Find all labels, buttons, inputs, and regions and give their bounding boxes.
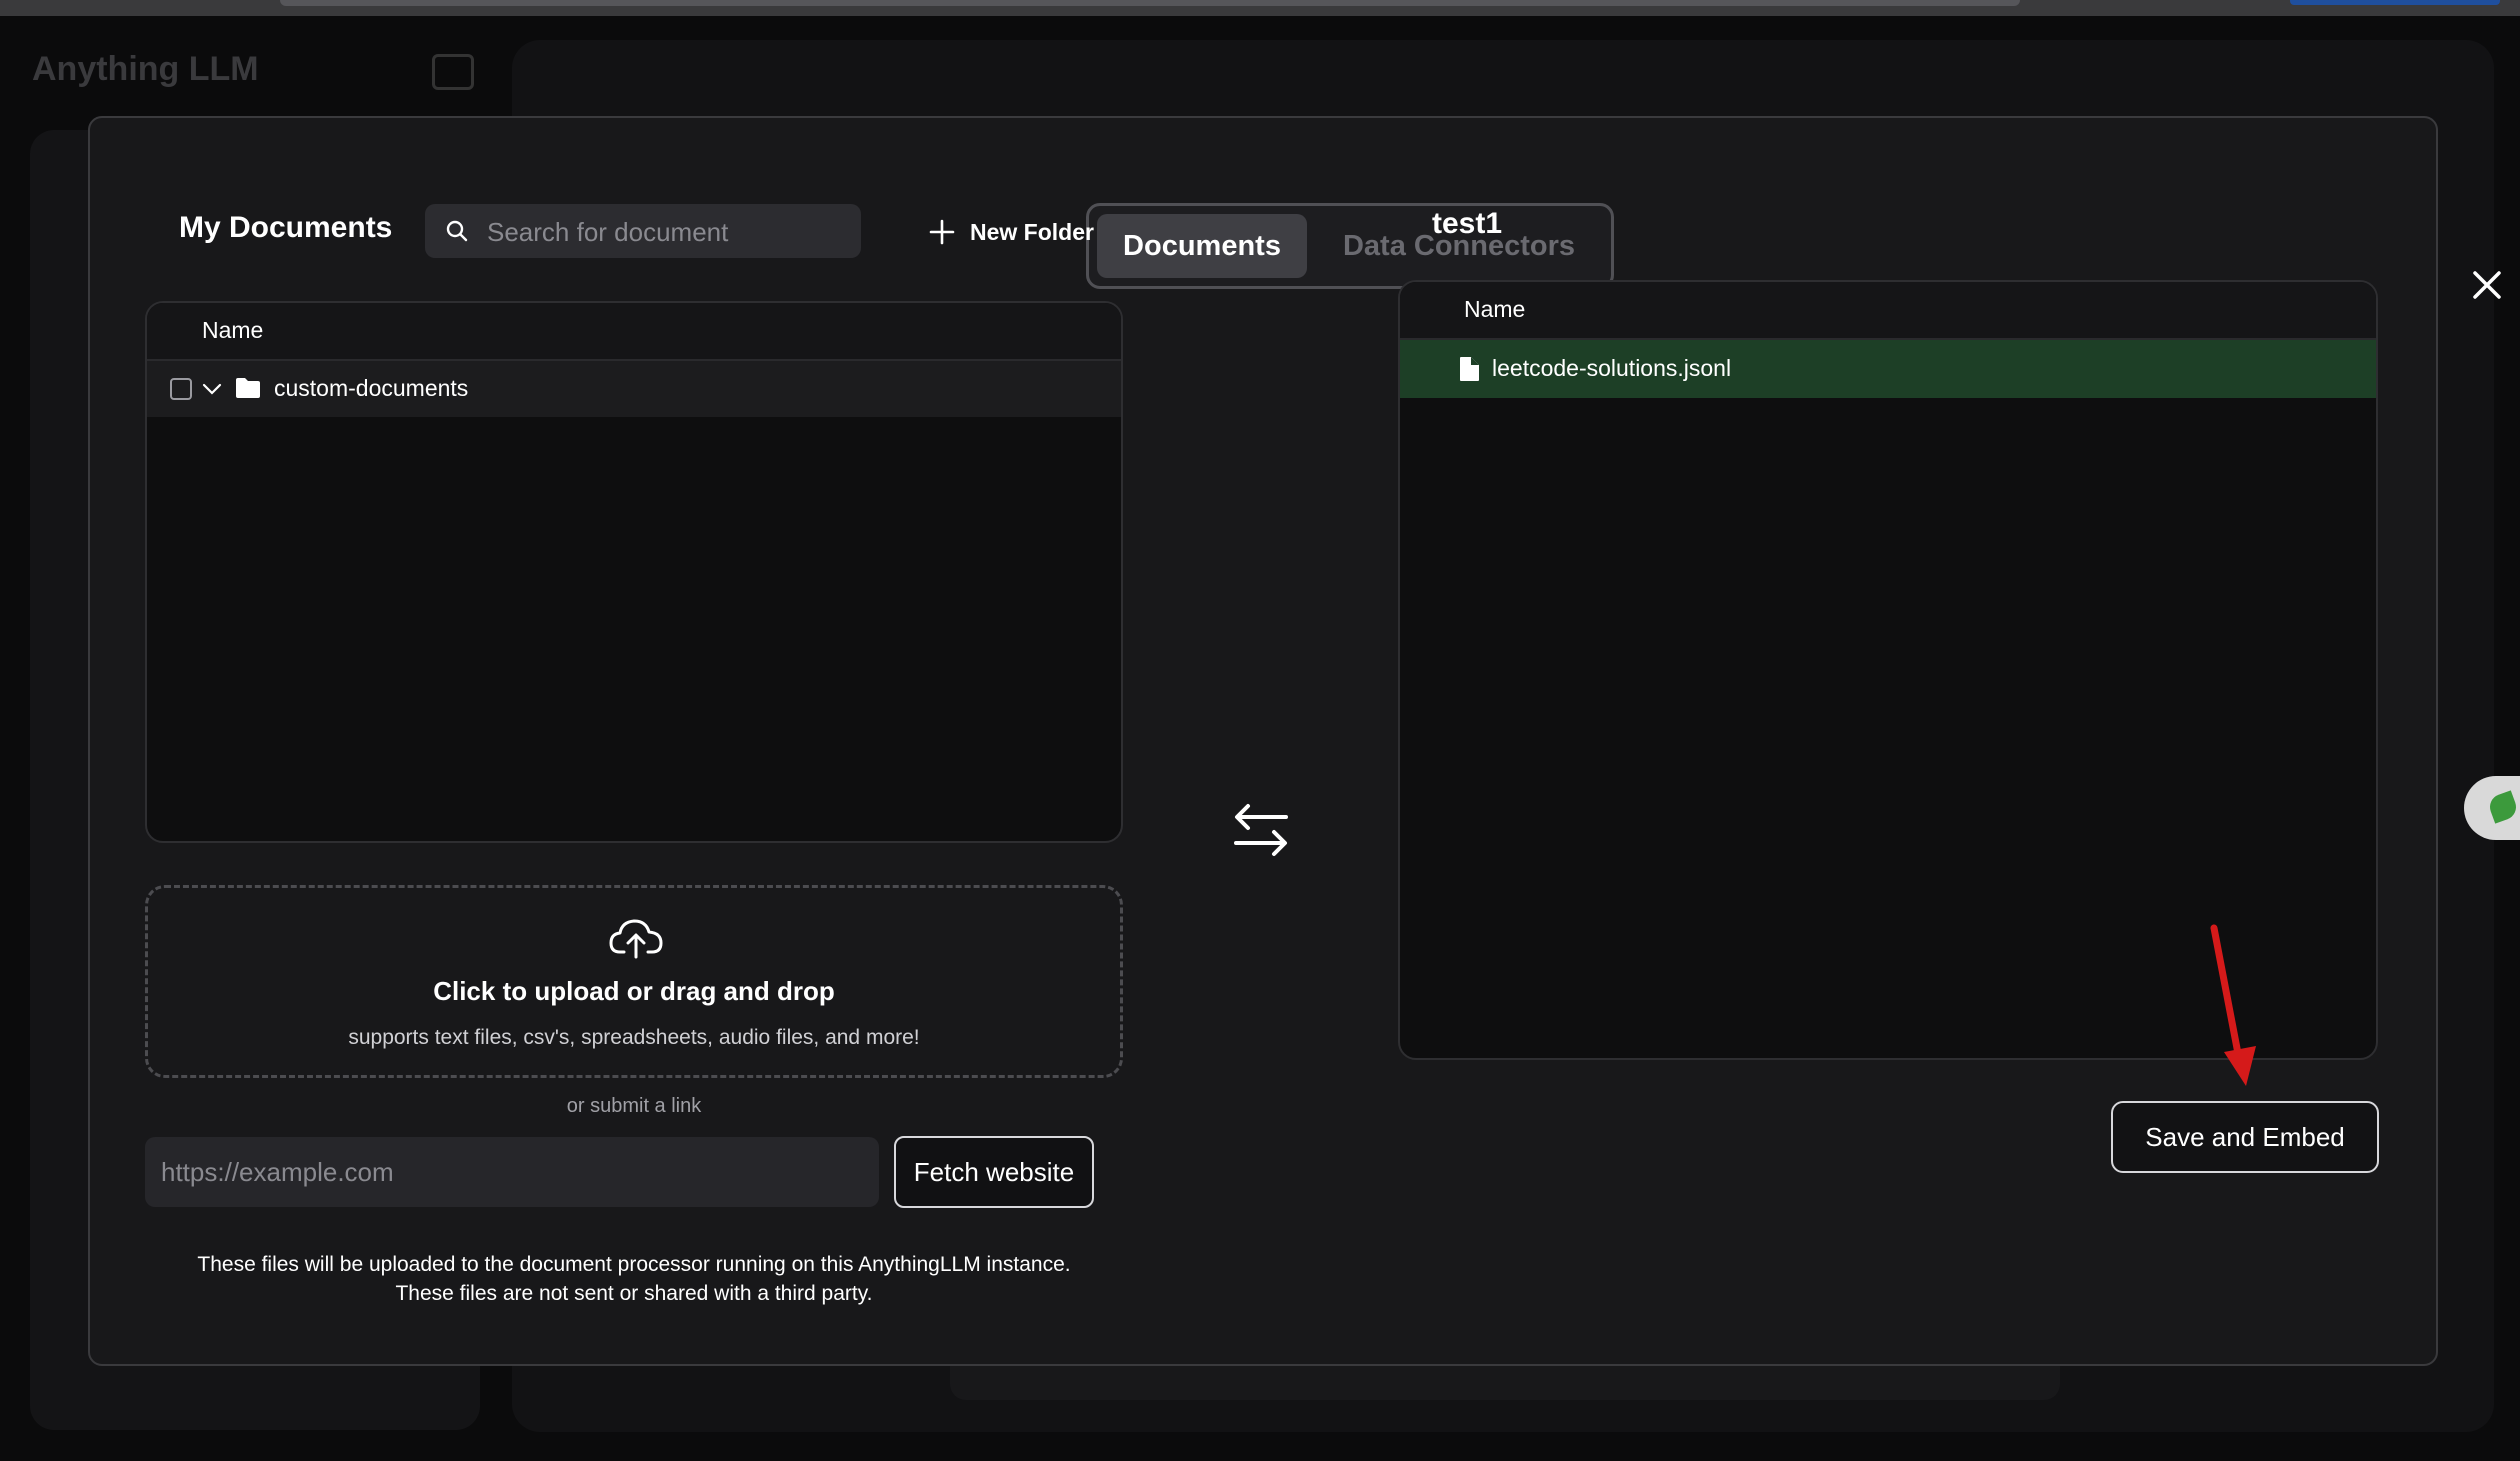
tab-documents[interactable]: Documents — [1097, 214, 1307, 278]
upload-subtitle: supports text files, csv's, spreadsheets… — [348, 1026, 920, 1049]
table-row[interactable]: custom-documents — [147, 361, 1121, 417]
chevron-down-icon[interactable] — [201, 378, 223, 400]
top-action-button — [2290, 0, 2500, 5]
or-submit-link-text: or submit a link — [566, 1095, 702, 1117]
sidebar-toggle-icon — [432, 54, 474, 90]
my-documents-title: My Documents — [179, 211, 393, 244]
disclaimer-line-2: These files are not sent or shared with … — [395, 1282, 873, 1305]
new-folder-label: New Folder — [970, 218, 1094, 245]
address-bar — [280, 0, 2020, 6]
annotation-arrow-icon — [2210, 924, 2256, 1086]
app-logo: Anything LLM — [32, 50, 259, 88]
table-row[interactable]: leetcode-solutions.jsonl — [1400, 340, 2376, 398]
modal-tabs: Documents Data Connectors — [1086, 203, 1614, 289]
workspace-title: test1 — [1432, 207, 1503, 240]
close-button[interactable] — [2462, 260, 2512, 310]
save-and-embed-button[interactable]: Save and Embed — [2111, 1101, 2379, 1173]
upload-disclaimer: These files will be uploaded to the docu… — [145, 1250, 1123, 1308]
column-header-name: Name — [202, 317, 264, 343]
upload-title: Click to upload or drag and drop — [433, 976, 835, 1006]
search-icon — [446, 220, 468, 242]
swap-arrows-icon — [1234, 804, 1288, 856]
cloud-upload-icon — [609, 919, 663, 959]
browser-top-strip — [0, 0, 2520, 16]
floating-helper-button[interactable] — [2464, 776, 2520, 840]
search-box[interactable] — [425, 204, 861, 260]
my-documents-table: Name custom-documents — [145, 301, 1123, 843]
close-icon — [2473, 271, 2501, 299]
folder-name: custom-documents — [274, 375, 469, 401]
row-checkbox[interactable] — [170, 378, 192, 400]
leaf-icon — [2486, 790, 2520, 824]
search-input[interactable] — [485, 204, 849, 260]
upload-dropzone[interactable]: Click to upload or drag and drop support… — [145, 885, 1123, 1078]
plus-icon — [929, 219, 955, 245]
folder-icon — [236, 378, 260, 398]
disclaimer-line-1: These files will be uploaded to the docu… — [197, 1253, 1071, 1276]
file-icon — [1460, 357, 1479, 381]
new-folder-button[interactable]: New Folder — [928, 212, 1094, 252]
fetch-website-button[interactable]: Fetch website — [894, 1136, 1094, 1208]
column-header-name: Name — [1464, 296, 1526, 322]
table-header: Name — [147, 303, 1121, 361]
table-header: Name — [1400, 282, 2376, 340]
url-input[interactable] — [145, 1137, 879, 1207]
file-name: leetcode-solutions.jsonl — [1492, 355, 1732, 381]
